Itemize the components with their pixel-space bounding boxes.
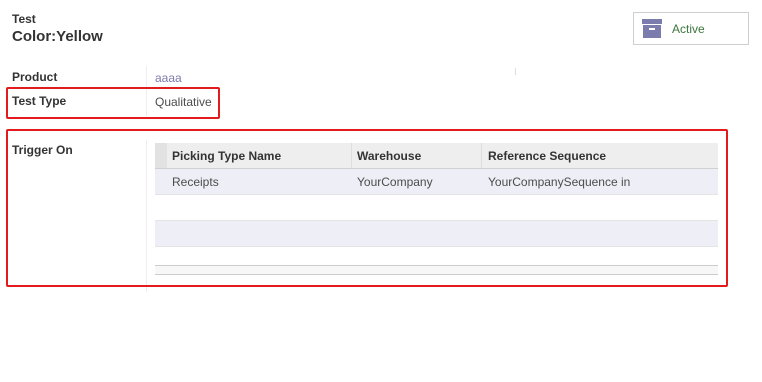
highlight-trigger-on xyxy=(6,129,728,287)
form-view: Test Color:Yellow Active Product aaaa Te… xyxy=(0,0,762,382)
active-label: Active xyxy=(672,21,705,36)
column-divider xyxy=(515,68,516,75)
product-link[interactable]: aaaa xyxy=(155,71,182,85)
active-toggle-button[interactable]: Active xyxy=(633,12,749,45)
record-title: Color:Yellow xyxy=(12,28,103,45)
record-kind: Test xyxy=(12,12,36,26)
archive-icon xyxy=(642,19,662,38)
product-label: Product xyxy=(12,70,58,84)
highlight-test-type xyxy=(6,87,220,119)
